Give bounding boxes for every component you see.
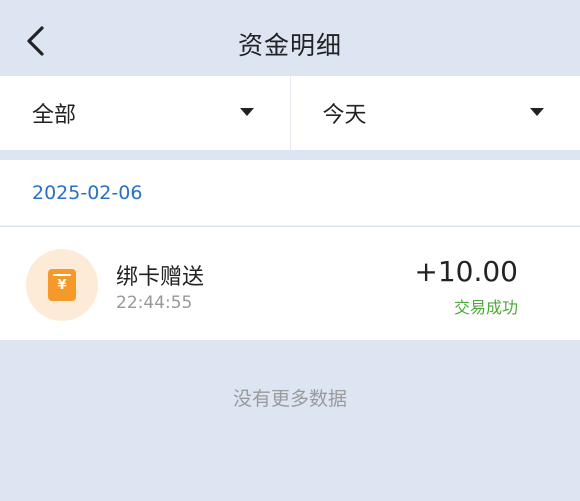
list-item[interactable]: ¥ 绑卡赠送 22:44:55 +10.00 交易成功 [0,227,580,340]
page-title: 资金明细 [237,31,342,60]
caret-down-icon [530,108,544,116]
record-status: 交易成功 [453,298,518,317]
caret-down-icon [239,108,254,116]
date-group-header: 2025-02-06 [0,160,580,226]
red-envelope-yuan-icon: ¥ [48,269,76,301]
header-bar: 资金明细 [0,0,580,76]
record-title: 绑卡赠送 [116,265,205,290]
record-time: 22:44:55 [116,293,193,313]
filter-bar: 全部 今天 [0,76,580,150]
type-filter-dropdown[interactable]: 全部 [0,76,291,150]
type-filter-label: 全部 [32,103,77,128]
date-filter-dropdown[interactable]: 今天 [291,76,580,150]
record-avatar: ¥ [26,249,98,321]
date-filter-label: 今天 [322,103,367,128]
no-more-data-text: 没有更多数据 [232,388,347,410]
record-amount: +10.00 [414,255,518,288]
group-date: 2025-02-06 [32,181,143,204]
